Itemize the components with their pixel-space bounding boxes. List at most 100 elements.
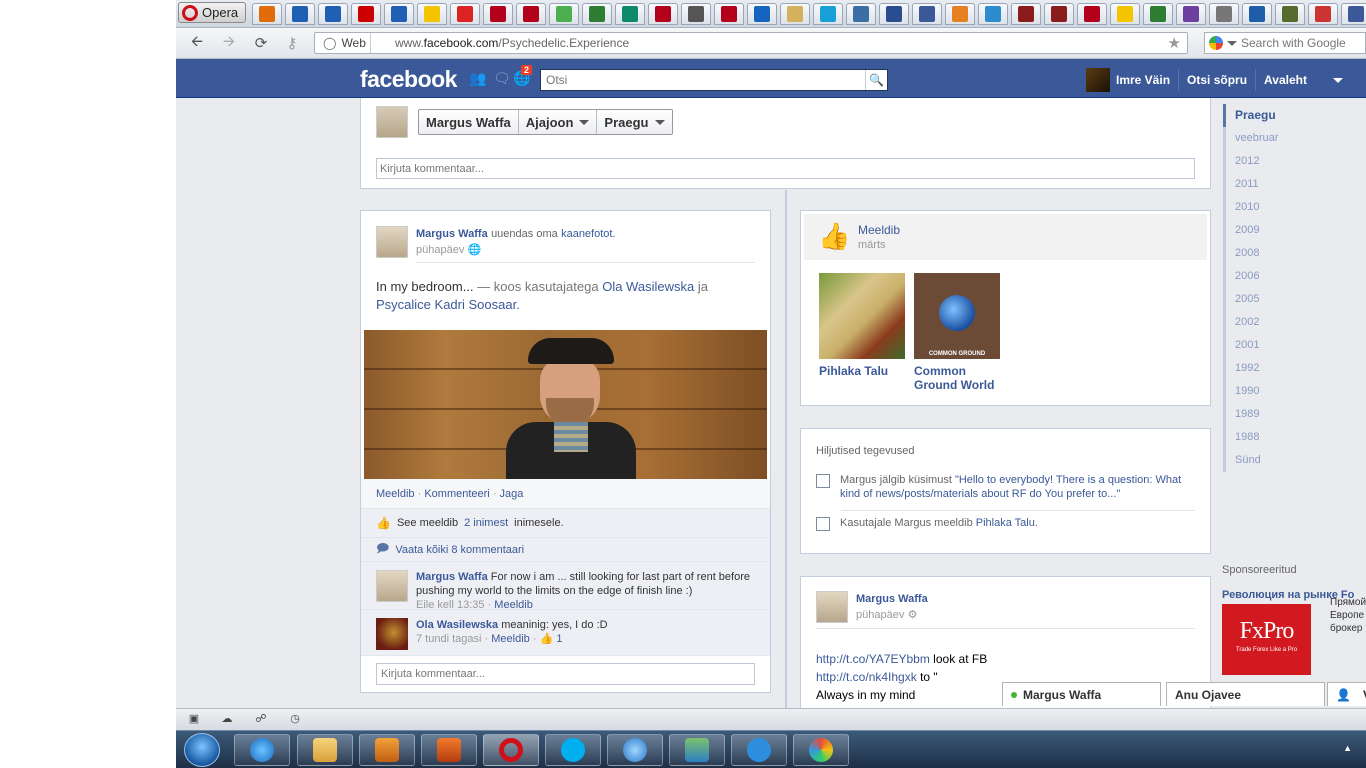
browser-tab[interactable] [1209,3,1239,25]
browser-tab[interactable] [1077,3,1107,25]
commenter-avatar[interactable] [376,570,408,602]
account-menu-chevron-icon[interactable] [1332,77,1343,83]
post-time[interactable]: pühapäev [856,609,904,621]
profile-name-button[interactable]: Margus Waffa [419,110,519,134]
post-photo[interactable] [364,330,767,479]
browser-tab[interactable] [516,3,546,25]
liked-page-name[interactable]: Pihlaka Talu [819,364,905,378]
cloud-icon[interactable]: ☁ [219,712,235,726]
post-author[interactable]: Margus Waffa [856,593,928,605]
share-icon[interactable]: ☍ [253,712,269,726]
browser-tab[interactable] [1011,3,1041,25]
bookmark-star-icon[interactable]: ★ [1168,34,1181,52]
browser-tab[interactable] [1308,3,1338,25]
browser-tab[interactable] [549,3,579,25]
browser-tab[interactable] [318,3,348,25]
browser-tab[interactable] [582,3,612,25]
browser-tab[interactable] [747,3,777,25]
facebook-logo[interactable]: facebook [360,66,457,93]
view-all-comments-link[interactable]: Vaata kõiki 8 kommentaari [395,544,524,556]
taskbar-messenger[interactable] [607,734,663,766]
write-comment-input[interactable]: Kirjuta kommentaar... [376,663,755,685]
browser-tab[interactable] [1176,3,1206,25]
year-nav-item[interactable]: 1992 [1226,357,1343,380]
browser-tab[interactable] [879,3,909,25]
year-nav-item[interactable]: 1988 [1226,426,1343,449]
year-nav-item[interactable]: 2001 [1226,334,1343,357]
back-arrow-icon[interactable]: 🡨 [187,33,207,52]
year-nav-item[interactable]: 2011 [1226,173,1343,196]
messages-icon[interactable]: 🗨 [493,70,511,86]
comment-author[interactable]: Ola Wasilewska [416,619,498,631]
browser-tab[interactable] [648,3,678,25]
profile-thumbnail[interactable] [376,106,408,138]
friend-requests-icon[interactable]: 👥 [469,70,487,86]
author-avatar[interactable] [816,591,848,623]
tray-arrow-icon[interactable]: ▲ [1343,743,1352,753]
comment-like-link[interactable]: Meeldib [491,633,530,645]
search-icon[interactable]: 🔍 [865,70,887,90]
post-time[interactable]: pühapäev [416,244,464,256]
now-dropdown[interactable]: Praegu [597,110,671,134]
browser-tab[interactable] [780,3,810,25]
panel-toggle-icon[interactable]: ▣ [186,712,202,726]
liked-page-image[interactable]: COMMON GROUND [914,273,1000,359]
year-nav-item[interactable]: Praegu [1223,104,1343,127]
year-nav-item[interactable]: 2005 [1226,288,1343,311]
browser-tab[interactable] [285,3,315,25]
browser-tab[interactable] [846,3,876,25]
browser-tab[interactable] [351,3,381,25]
header-comment-input[interactable]: Kirjuta kommentaar... [376,158,1195,179]
reload-icon[interactable]: ⟳ [251,34,271,52]
taskbar-internet-explorer[interactable] [234,734,290,766]
taskbar-opera[interactable] [483,734,539,766]
browser-tab[interactable] [384,3,414,25]
browser-tab[interactable] [252,3,282,25]
url-field[interactable]: ◯ Web www.facebook.com/Psychedelic.Exper… [314,32,1188,54]
comment-time[interactable]: 7 tundi tagasi [416,633,481,645]
taskbar-media-player[interactable] [359,734,415,766]
browser-tab[interactable] [1143,3,1173,25]
browser-tab[interactable] [978,3,1008,25]
taskbar-explorer[interactable] [297,734,353,766]
share-link[interactable]: Jaga [500,488,524,500]
browser-tab[interactable] [417,3,447,25]
browser-tab[interactable] [945,3,975,25]
like-link[interactable]: Meeldib [376,488,415,500]
year-nav-item[interactable]: Sünd [1226,449,1343,472]
find-friends-link[interactable]: Otsi sõpru [1179,69,1257,91]
taskbar-skype[interactable] [545,734,601,766]
likes-people-link[interactable]: 2 inimest [464,517,508,529]
liked-page-item[interactable]: COMMON GROUND Common Ground World [914,273,1000,392]
browser-tab[interactable] [1242,3,1272,25]
post-author[interactable]: Margus Waffa [416,228,488,240]
year-nav-item[interactable]: 2009 [1226,219,1343,242]
chat-tab[interactable]: 👤 Ve [1327,682,1366,706]
view-comments-row[interactable]: 🗩 Vaata kõiki 8 kommentaari [361,538,770,562]
year-nav-item[interactable]: 2002 [1226,311,1343,334]
liked-page-item[interactable]: Pihlaka Talu [819,273,905,378]
key-icon[interactable]: ⚷ [282,34,302,52]
chevron-down-icon[interactable] [1227,40,1237,46]
browser-tab[interactable] [912,3,942,25]
author-avatar[interactable] [376,226,408,258]
user-avatar[interactable] [1086,68,1110,92]
opera-menu-button[interactable]: Opera [178,2,246,23]
chat-tab[interactable]: Margus Waffa [1002,682,1161,706]
browser-tab[interactable] [1275,3,1305,25]
comment-author[interactable]: Margus Waffa [416,571,488,583]
browser-search-field[interactable]: Search with Google [1204,32,1366,54]
likes-title[interactable]: Meeldib [858,223,900,237]
profile-link[interactable]: Imre Väin [1116,69,1180,91]
browser-tab[interactable] [681,3,711,25]
facebook-search-input[interactable] [541,70,865,90]
liked-page-image[interactable] [819,273,905,359]
taskbar-paint[interactable] [793,734,849,766]
year-nav-item[interactable]: 1989 [1226,403,1343,426]
year-nav-item[interactable]: 2008 [1226,242,1343,265]
comment-like-count[interactable]: 1 [556,633,562,645]
timeline-dropdown[interactable]: Ajajoon [519,110,598,134]
commenter-avatar[interactable] [376,618,408,650]
tco-link-1[interactable]: http://t.co/YA7EYbbm [816,652,930,666]
address-info-badge[interactable]: ◯ Web [315,33,371,53]
